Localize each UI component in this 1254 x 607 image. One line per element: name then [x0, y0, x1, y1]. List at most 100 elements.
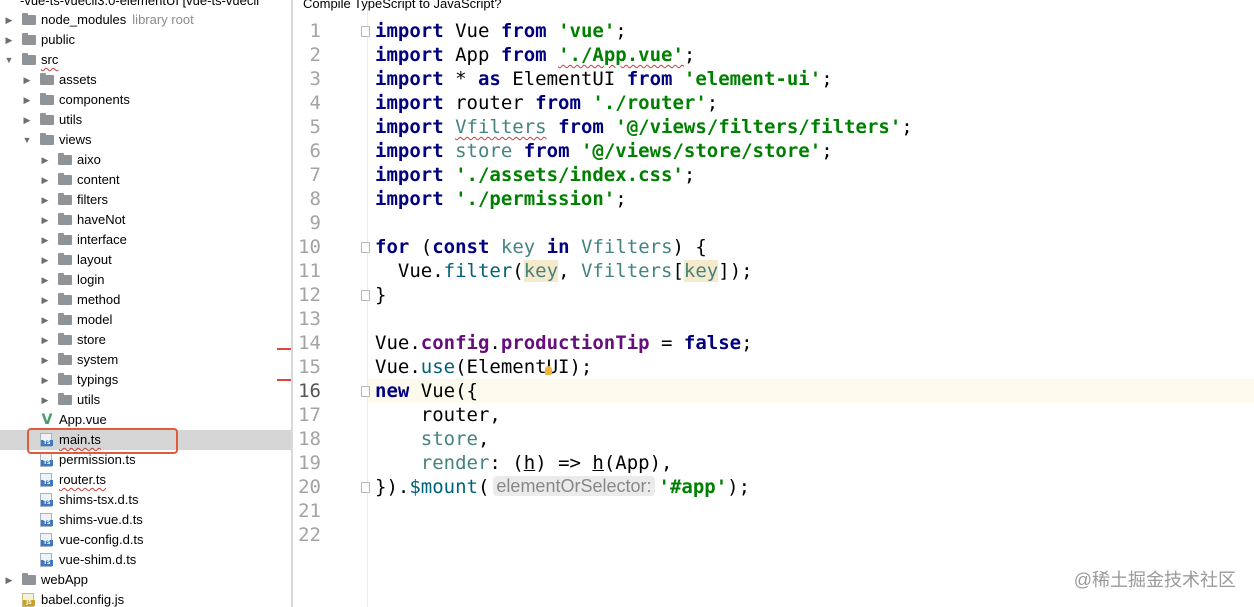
tree-item-shims-tsx-d-ts[interactable]: shims-tsx.d.ts: [0, 490, 291, 510]
code-line[interactable]: }: [375, 283, 386, 307]
tree-item-router-ts[interactable]: router.ts: [0, 470, 291, 490]
tree-item-babel-config-js[interactable]: babel.config.js: [0, 590, 291, 607]
fold-marker-icon[interactable]: [361, 482, 370, 493]
tree-item-views[interactable]: ▼ views: [0, 130, 291, 150]
folder-icon: [58, 393, 72, 405]
chevron-right-icon[interactable]: ▶: [40, 190, 50, 210]
compile-banner[interactable]: Compile TypeScript to JavaScript?: [303, 0, 501, 12]
code-line[interactable]: new Vue({: [375, 379, 478, 403]
tree-item-layout[interactable]: ▶ layout: [0, 250, 291, 270]
chevron-right-icon[interactable]: ▶: [40, 250, 50, 270]
code-line[interactable]: Vue.filter(key, Vfilters[key]);: [375, 259, 753, 283]
fold-marker-icon[interactable]: [361, 386, 370, 397]
chevron-right-icon[interactable]: ▶: [40, 390, 50, 410]
code-editor[interactable]: Compile TypeScript to JavaScript? 123456…: [293, 0, 1254, 607]
chevron-right-icon[interactable]: ▶: [40, 370, 50, 390]
code-token: (App),: [603, 452, 673, 474]
tree-item-utils[interactable]: ▶ utils: [0, 110, 291, 130]
chevron-down-icon[interactable]: ▼: [22, 130, 32, 150]
tree-item-label-group: content: [77, 170, 120, 190]
chevron-right-icon[interactable]: ▶: [40, 150, 50, 170]
chevron-right-icon[interactable]: ▶: [4, 10, 14, 30]
tree-item-components[interactable]: ▶ components: [0, 90, 291, 110]
line-number: 2: [309, 44, 321, 66]
tree-item-login[interactable]: ▶ login: [0, 270, 291, 290]
code-token: Vfilters: [455, 116, 547, 138]
code-line[interactable]: render: (h) => h(App),: [375, 451, 673, 475]
fold-marker-icon[interactable]: [361, 290, 370, 301]
tree-item-store[interactable]: ▶ store: [0, 330, 291, 350]
fold-marker-icon[interactable]: [361, 242, 370, 253]
code-line[interactable]: import './permission';: [375, 187, 627, 211]
line-number: 8: [309, 188, 321, 210]
chevron-right-icon[interactable]: ▶: [40, 310, 50, 330]
tree-item-vue-config-d-ts[interactable]: vue-config.d.ts: [0, 530, 291, 550]
tree-item-filters[interactable]: ▶ filters: [0, 190, 291, 210]
chevron-right-icon[interactable]: ▶: [40, 270, 50, 290]
tree-item-assets[interactable]: ▶ assets: [0, 70, 291, 90]
code-line[interactable]: import Vue from 'vue';: [375, 19, 627, 43]
chevron-right-icon[interactable]: ▶: [40, 210, 50, 230]
chevron-right-icon[interactable]: ▶: [4, 570, 14, 590]
code-token: ;: [683, 164, 696, 186]
tree-item-utils[interactable]: ▶ utils: [0, 390, 291, 410]
line-number: 1: [309, 20, 321, 42]
watermark: @稀土掘金技术社区: [1073, 570, 1236, 590]
code-token: import: [375, 68, 444, 90]
tree-item-shims-vue-d-ts[interactable]: shims-vue.d.ts: [0, 510, 291, 530]
lightbulb-icon[interactable]: [545, 366, 552, 375]
fold-marker-icon[interactable]: [361, 26, 370, 37]
tree-item-vue-shim-d-ts[interactable]: vue-shim.d.ts: [0, 550, 291, 570]
code-line[interactable]: store,: [375, 427, 490, 451]
code-token: 'vue': [558, 20, 616, 42]
code-line[interactable]: import store from '@/views/store/store';: [375, 139, 833, 163]
code-line[interactable]: import Vfilters from '@/views/filters/fi…: [375, 115, 913, 139]
code-line[interactable]: Vue.config.productionTip = false;: [375, 331, 753, 355]
code-line[interactable]: router,: [375, 403, 501, 427]
chevron-down-icon[interactable]: ▼: [4, 50, 14, 70]
chevron-right-icon[interactable]: ▶: [40, 330, 50, 350]
code-line[interactable]: import * as ElementUI from 'element-ui';: [375, 67, 833, 91]
folder-icon: [58, 333, 72, 345]
tree-item-system[interactable]: ▶ system: [0, 350, 291, 370]
code-token: './router': [592, 92, 707, 114]
chevron-right-icon[interactable]: ▶: [40, 230, 50, 250]
code-token: Vfilters: [581, 236, 673, 258]
tree-item-model[interactable]: ▶ model: [0, 310, 291, 330]
tree-item-aixo[interactable]: ▶ aixo: [0, 150, 291, 170]
tree-item-src[interactable]: ▼ src: [0, 50, 291, 70]
tree-item-webapp[interactable]: ▶ webApp: [0, 570, 291, 590]
code-token: productionTip: [500, 332, 650, 354]
tree-item-public[interactable]: ▶ public: [0, 30, 291, 50]
project-tree: -vue-ts-vuecli3.0-elementUI [vue-ts-vuec…: [0, 0, 291, 607]
code-line[interactable]: Vue.use(ElementUI);: [375, 355, 592, 379]
code-line[interactable]: import router from './router';: [375, 91, 718, 115]
chevron-right-icon[interactable]: ▶: [22, 90, 32, 110]
tree-item-method[interactable]: ▶ method: [0, 290, 291, 310]
code-line[interactable]: for (const key in Vfilters) {: [375, 235, 707, 259]
chevron-right-icon[interactable]: ▶: [40, 290, 50, 310]
annotation-mark: [277, 379, 291, 381]
project-root-title[interactable]: -vue-ts-vuecli3.0-elementUI [vue-ts-vuec…: [20, 0, 259, 8]
tree-item-typings[interactable]: ▶ typings: [0, 370, 291, 390]
chevron-right-icon[interactable]: ▶: [40, 350, 50, 370]
code-token: false: [683, 332, 742, 354]
tree-item-havenot[interactable]: ▶ haveNot: [0, 210, 291, 230]
code-line[interactable]: import './assets/index.css';: [375, 163, 695, 187]
chevron-right-icon[interactable]: ▶: [22, 70, 32, 90]
chevron-right-icon[interactable]: ▶: [22, 110, 32, 130]
tree-item-interface[interactable]: ▶ interface: [0, 230, 291, 250]
tree-item-app-vue[interactable]: V App.vue: [0, 410, 291, 430]
code-line[interactable]: import App from './App.vue';: [375, 43, 695, 67]
code-line[interactable]: }).$mount(elementOrSelector: '#app');: [375, 475, 750, 499]
code-token: : (: [489, 452, 524, 474]
tree-item-label: method: [77, 292, 121, 307]
tree-item-content[interactable]: ▶ content: [0, 170, 291, 190]
tree-item-node-modules[interactable]: ▶ node_modules library root: [0, 10, 291, 30]
chevron-right-icon[interactable]: ▶: [40, 170, 50, 190]
chevron-right-icon[interactable]: ▶: [4, 30, 14, 50]
code-token: ) =>: [535, 452, 593, 474]
folder-icon: [40, 133, 54, 145]
